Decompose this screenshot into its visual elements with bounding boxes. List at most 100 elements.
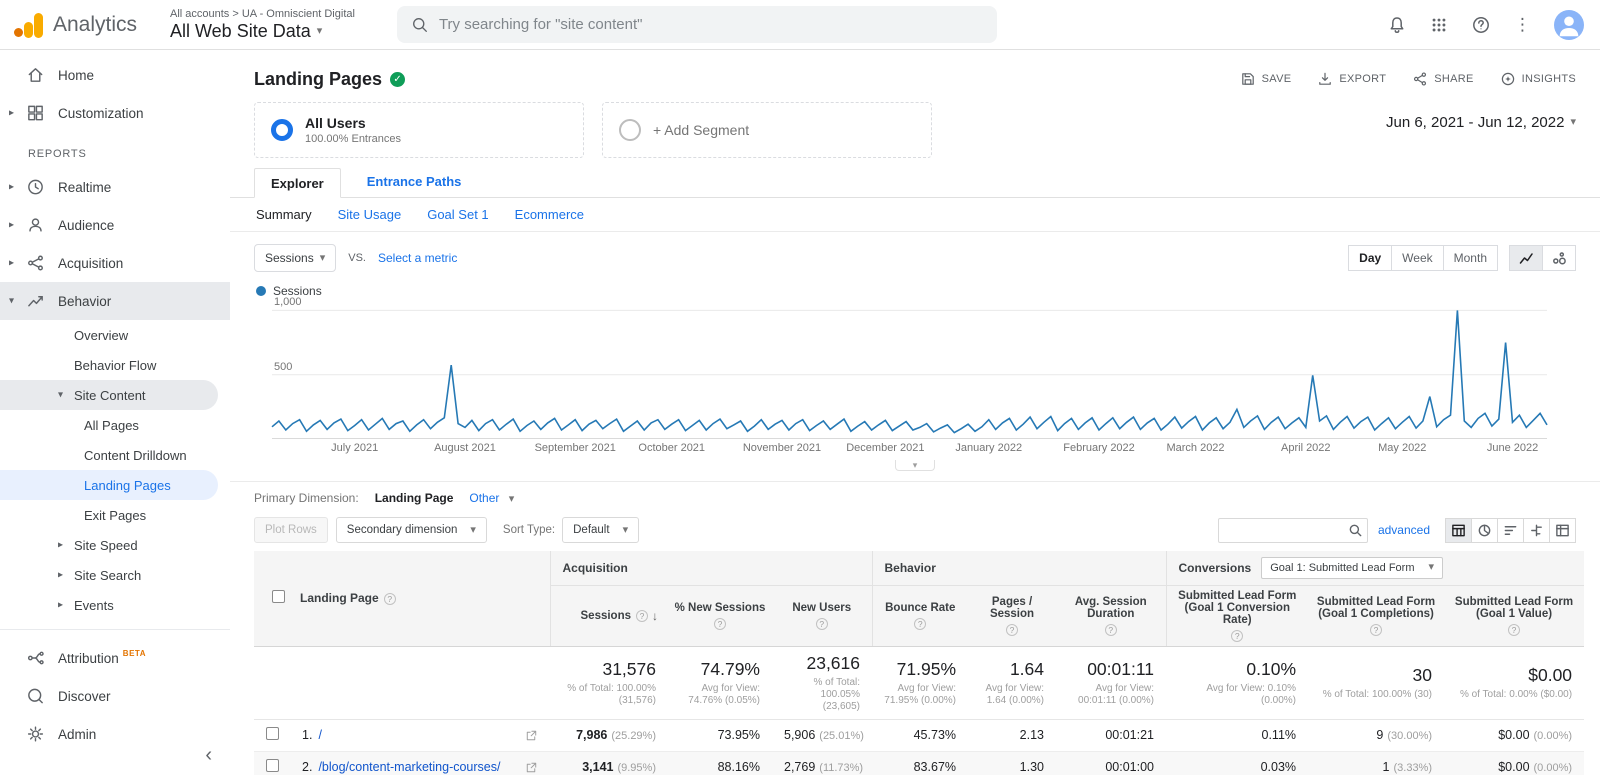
- sidebar-item-site-search[interactable]: ▸ Site Search: [0, 560, 218, 590]
- sidebar-item-overview[interactable]: Overview: [0, 320, 218, 350]
- insights-button[interactable]: INSIGHTS: [1500, 71, 1576, 87]
- chart-collapse-button[interactable]: ▾: [895, 460, 935, 471]
- table-search-icon[interactable]: [1348, 523, 1363, 538]
- percentage-view-button[interactable]: [1471, 517, 1498, 543]
- select-metric-link[interactable]: Select a metric: [378, 251, 457, 265]
- column-header-avg-duration[interactable]: Avg. Session Duration?: [1056, 585, 1167, 647]
- data-view-button[interactable]: [1445, 517, 1472, 543]
- landing-page-link[interactable]: /blog/content-marketing-courses/: [318, 760, 500, 774]
- apps-grid-icon[interactable]: [1430, 16, 1448, 34]
- plot-rows-button[interactable]: Plot Rows: [254, 517, 328, 543]
- sort-type-button[interactable]: Default ▾: [562, 517, 640, 543]
- dimension-other[interactable]: Other: [469, 491, 499, 505]
- sidebar-item-home[interactable]: Home: [0, 56, 230, 94]
- more-vert-icon[interactable]: ⋮: [1514, 15, 1531, 35]
- help-icon[interactable]: ?: [1006, 623, 1019, 636]
- help-icon[interactable]: [1471, 15, 1491, 35]
- property-name: All Web Site Data: [170, 20, 311, 41]
- column-header-goal-conv-rate[interactable]: Submitted Lead Form (Goal 1 Conversion R…: [1165, 585, 1309, 647]
- tab-entrance-paths[interactable]: Entrance Paths: [367, 174, 462, 189]
- sidebar-item-audience[interactable]: ▸ Audience: [0, 206, 230, 244]
- select-all-checkbox[interactable]: [271, 590, 285, 604]
- tab-explorer[interactable]: Explorer: [254, 168, 341, 198]
- sidebar-item-site-speed[interactable]: ▸ Site Speed: [0, 530, 218, 560]
- sort-desc-icon[interactable]: ↓: [652, 609, 658, 623]
- sidebar-item-admin[interactable]: Admin: [0, 715, 230, 753]
- analytics-logo[interactable]: [14, 12, 44, 38]
- column-header-sessions[interactable]: Sessions? ↓: [549, 585, 668, 647]
- select-all-cell: [254, 551, 290, 647]
- sidebar-item-attribution[interactable]: Attribution BETA: [0, 639, 230, 677]
- sidebar-item-behavior[interactable]: ▾ Behavior: [0, 282, 230, 320]
- subtab-site-usage[interactable]: Site Usage: [338, 207, 402, 222]
- global-search[interactable]: [396, 6, 997, 43]
- dimension-landing-page[interactable]: Landing Page: [375, 491, 454, 505]
- user-avatar[interactable]: [1554, 9, 1584, 40]
- notifications-bell-icon[interactable]: [1387, 15, 1407, 35]
- column-header-new-users[interactable]: New Users?: [772, 585, 873, 647]
- open-page-icon[interactable]: [525, 729, 538, 742]
- search-input[interactable]: [438, 16, 983, 33]
- subtab-goal-set-1[interactable]: Goal Set 1: [427, 207, 488, 222]
- column-header-pages-session[interactable]: Pages / Session?: [968, 585, 1057, 647]
- pivot-view-button[interactable]: [1549, 517, 1576, 543]
- row-checkbox[interactable]: [265, 759, 279, 772]
- sidebar-section-reports: REPORTS: [28, 148, 87, 160]
- comparison-view-button[interactable]: [1523, 517, 1550, 543]
- subtab-summary[interactable]: Summary: [256, 207, 312, 222]
- sidebar-item-site-content[interactable]: ▾ Site Content: [0, 380, 218, 410]
- granularity-day-button[interactable]: Day: [1348, 245, 1393, 271]
- column-header-bounce-rate[interactable]: Bounce Rate?: [871, 585, 969, 647]
- column-header-goal-completions[interactable]: Submitted Lead Form (Goal 1 Completions)…: [1308, 585, 1445, 647]
- help-icon[interactable]: ?: [714, 617, 726, 630]
- export-button[interactable]: EXPORT: [1317, 71, 1386, 87]
- segment-all-users[interactable]: All Users 100.00% Entrances: [254, 102, 584, 158]
- motion-chart-button[interactable]: [1542, 245, 1576, 271]
- column-header-goal-value[interactable]: Submitted Lead Form (Goal 1 Value)?: [1444, 585, 1585, 647]
- sidebar-item-all-pages[interactable]: All Pages: [0, 410, 218, 440]
- share-button[interactable]: SHARE: [1412, 71, 1473, 87]
- sidebar-item-acquisition[interactable]: ▸ Acquisition: [0, 244, 230, 282]
- landing-page-link[interactable]: /: [318, 728, 321, 742]
- help-icon[interactable]: ?: [383, 593, 396, 606]
- logo-dot: [14, 27, 23, 37]
- help-icon[interactable]: ?: [1231, 629, 1244, 642]
- add-segment-button[interactable]: + Add Segment: [602, 102, 932, 158]
- line-chart-button[interactable]: [1509, 245, 1543, 271]
- date-range-selector[interactable]: Jun 6, 2021 - Jun 12, 2022 ▾: [1386, 114, 1576, 131]
- column-header-landing-page[interactable]: Landing Page?: [290, 551, 550, 647]
- open-page-icon[interactable]: [525, 761, 538, 774]
- goal-selector[interactable]: Goal 1: Submitted Lead Form ▾: [1261, 556, 1444, 579]
- sidebar-item-customization[interactable]: ▸ Customization: [0, 94, 230, 132]
- sidebar-collapse-icon[interactable]: ‹: [205, 744, 212, 767]
- column-header-new-sessions[interactable]: % New Sessions?: [668, 585, 772, 647]
- landing-page-cell: 2. /blog/content-marketing-courses/: [290, 751, 550, 775]
- subtab-ecommerce[interactable]: Ecommerce: [515, 207, 584, 222]
- help-icon[interactable]: ?: [1370, 623, 1383, 636]
- metric-dropdown[interactable]: Sessions ▾: [254, 244, 337, 272]
- help-icon[interactable]: ?: [636, 609, 648, 622]
- table-search-input[interactable]: [1217, 517, 1368, 543]
- help-icon[interactable]: ?: [1508, 623, 1521, 636]
- sidebar-item-landing-pages[interactable]: Landing Pages: [0, 470, 218, 500]
- help-icon[interactable]: ?: [1104, 623, 1117, 636]
- segment-detail: 100.00% Entrances: [305, 133, 402, 145]
- sidebar-item-content-drilldown[interactable]: Content Drilldown: [0, 440, 218, 470]
- chevron-right-icon: ▸: [58, 599, 64, 611]
- advanced-filter-link[interactable]: advanced: [1378, 523, 1430, 537]
- sidebar-item-behavior-flow[interactable]: Behavior Flow: [0, 350, 218, 380]
- granularity-week-button[interactable]: Week: [1391, 245, 1444, 271]
- secondary-dimension-button[interactable]: Secondary dimension ▾: [335, 517, 487, 543]
- account-property-selector[interactable]: All accounts > UA - Omniscient Digital A…: [170, 8, 355, 42]
- row-checkbox[interactable]: [265, 727, 279, 740]
- help-icon[interactable]: ?: [815, 617, 828, 630]
- new-sessions-header-label: % New Sessions: [674, 601, 766, 614]
- sidebar-item-events[interactable]: ▸ Events: [0, 590, 218, 620]
- sidebar-item-realtime[interactable]: ▸ Realtime: [0, 168, 230, 206]
- save-button[interactable]: SAVE: [1240, 71, 1292, 87]
- sidebar-item-exit-pages[interactable]: Exit Pages: [0, 500, 218, 530]
- performance-view-button[interactable]: [1497, 517, 1524, 543]
- sidebar-item-discover[interactable]: Discover: [0, 677, 230, 715]
- granularity-month-button[interactable]: Month: [1442, 245, 1498, 271]
- help-icon[interactable]: ?: [914, 617, 927, 630]
